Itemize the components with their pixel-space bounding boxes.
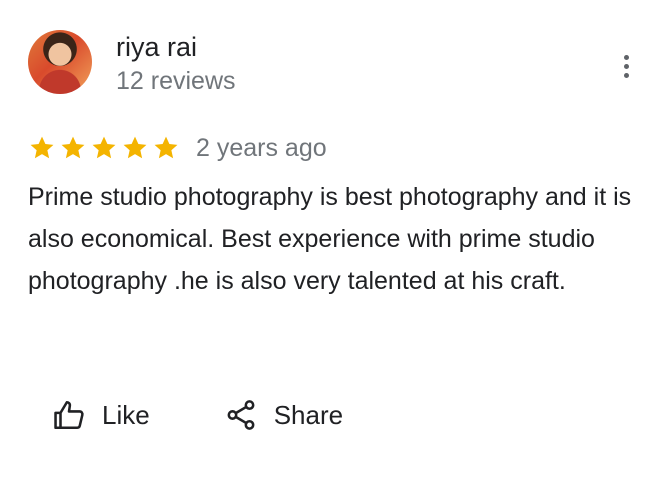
author-avatar[interactable] bbox=[28, 30, 92, 94]
more-vert-icon-dot bbox=[623, 72, 629, 78]
star-filled-icon bbox=[154, 136, 178, 159]
rating-row: 2 years ago bbox=[28, 130, 327, 166]
author-name[interactable]: riya rai bbox=[116, 30, 197, 64]
more-options-button[interactable] bbox=[614, 50, 638, 82]
more-vert-icon-dot bbox=[623, 63, 629, 69]
author-review-count[interactable]: 12 reviews bbox=[116, 65, 236, 97]
like-button[interactable]: Like bbox=[52, 398, 150, 432]
review-time: 2 years ago bbox=[196, 133, 327, 162]
like-label: Like bbox=[102, 399, 150, 430]
star-filled-icon bbox=[61, 136, 85, 159]
star-filled-icon bbox=[92, 136, 116, 159]
star-rating bbox=[28, 134, 180, 162]
review-card: riya rai 12 reviews 2 years ago Prime st… bbox=[0, 0, 668, 486]
star-filled-icon bbox=[123, 136, 147, 159]
thumb-up-icon bbox=[54, 400, 84, 430]
share-button[interactable]: Share bbox=[224, 398, 343, 432]
review-actions: Like Share bbox=[52, 398, 343, 432]
star-filled-icon bbox=[30, 136, 54, 159]
share-label: Share bbox=[273, 399, 344, 430]
more-vert-icon bbox=[623, 54, 629, 60]
share-icon bbox=[227, 400, 255, 430]
review-text: Prime studio photography is best photogr… bbox=[28, 183, 632, 295]
